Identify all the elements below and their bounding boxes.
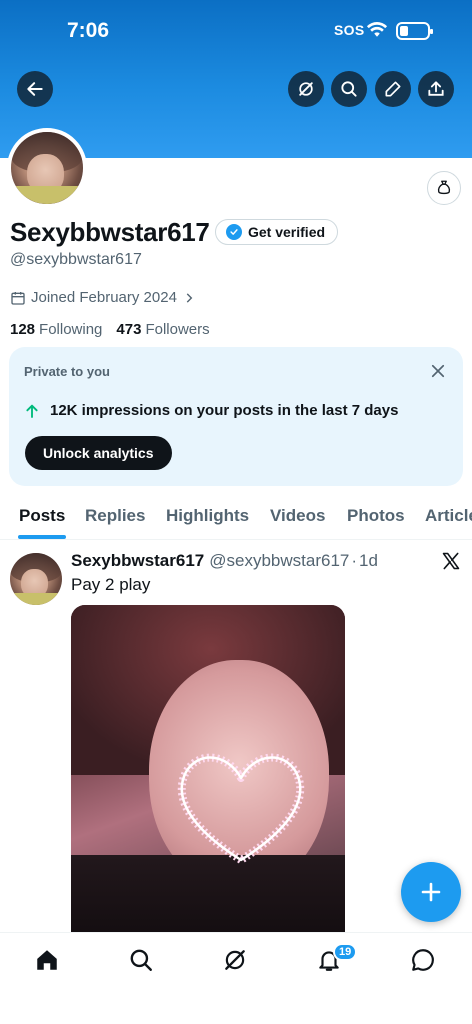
verified-badge-icon xyxy=(226,224,242,240)
tab-posts[interactable]: Posts xyxy=(19,506,65,526)
plus-icon xyxy=(421,882,441,902)
tab-highlights[interactable]: Highlights xyxy=(166,506,249,526)
followers-link[interactable]: 473 Followers xyxy=(116,321,209,338)
nav-search[interactable] xyxy=(128,947,156,975)
close-icon[interactable] xyxy=(429,362,447,380)
notifications-badge: 19 xyxy=(333,943,358,961)
bottom-nav: 19 xyxy=(0,932,472,1024)
grok-icon xyxy=(225,950,245,970)
post-text: Pay 2 play xyxy=(71,575,151,594)
pencil-icon xyxy=(385,81,401,97)
profile-handle: @sexybbwstar617 xyxy=(10,251,142,268)
share-icon xyxy=(428,81,444,96)
tab-videos[interactable]: Videos xyxy=(270,506,325,526)
wifi-icon xyxy=(366,22,388,37)
nav-messages[interactable] xyxy=(410,947,438,975)
x-logo-icon[interactable] xyxy=(441,551,461,571)
battery-icon xyxy=(396,22,433,40)
unlock-analytics-button[interactable]: Unlock analytics xyxy=(25,436,172,470)
impressions-text: 12K impressions on your posts in the las… xyxy=(50,402,399,419)
profile-tabs: Posts Replies Highlights Videos Photos A… xyxy=(0,492,472,540)
get-verified-button[interactable]: Get verified xyxy=(215,219,339,245)
home-icon xyxy=(37,950,57,970)
share-button[interactable] xyxy=(418,71,454,107)
grok-button[interactable] xyxy=(288,71,324,107)
post-author-handle[interactable]: @sexybbwstar617 xyxy=(209,551,349,571)
chevron-right-icon xyxy=(186,292,193,303)
post-author-avatar[interactable] xyxy=(10,553,62,605)
post-image[interactable] xyxy=(71,605,345,932)
heart-sparkle-icon xyxy=(177,753,305,864)
messages-icon xyxy=(412,949,434,971)
edit-button[interactable] xyxy=(375,71,411,107)
status-time: 7:06 xyxy=(67,19,110,42)
post-author-name[interactable]: Sexybbwstar617 xyxy=(71,551,204,571)
money-bag-icon xyxy=(437,180,451,195)
impressions-row: 12K impressions on your posts in the las… xyxy=(24,402,398,419)
joined-date: Joined February 2024 xyxy=(31,289,177,306)
nav-grok[interactable] xyxy=(222,947,250,975)
followers-count: 473 xyxy=(116,321,142,338)
joined-date-row[interactable]: Joined February 2024 xyxy=(10,289,196,306)
post-separator: · xyxy=(351,551,358,570)
get-verified-label: Get verified xyxy=(248,224,326,240)
calendar-icon xyxy=(11,291,25,305)
followers-label: Followers xyxy=(145,321,210,338)
money-bag-button[interactable] xyxy=(427,171,461,205)
arrow-up-icon xyxy=(26,404,38,418)
post-time[interactable]: 1d xyxy=(359,551,378,571)
search-button[interactable] xyxy=(331,71,367,107)
following-label: Following xyxy=(39,321,103,338)
analytics-title: Private to you xyxy=(24,364,110,379)
compose-button[interactable] xyxy=(401,862,461,922)
tab-photos[interactable]: Photos xyxy=(347,506,405,526)
back-button[interactable] xyxy=(17,71,53,107)
tab-replies[interactable]: Replies xyxy=(85,506,145,526)
search-icon xyxy=(341,81,357,97)
search-icon xyxy=(130,949,152,971)
profile-avatar[interactable] xyxy=(7,128,87,208)
analytics-card: Private to you 12K impressions on your p… xyxy=(9,347,463,486)
following-count: 128 xyxy=(10,321,36,338)
post-header: Sexybbwstar617 @sexybbwstar617 · 1d xyxy=(71,551,378,571)
profile-display-name: Sexybbwstar617 xyxy=(10,217,210,247)
arrow-left-icon xyxy=(27,82,43,96)
tab-articles[interactable]: Articles xyxy=(425,506,472,526)
nav-home[interactable] xyxy=(34,947,62,975)
grok-icon xyxy=(299,82,313,96)
active-tab-indicator xyxy=(18,535,66,539)
status-sos: SOS xyxy=(334,22,365,38)
follow-stats: 128 Following 473 Followers xyxy=(10,321,210,338)
following-link[interactable]: 128 Following xyxy=(10,321,102,338)
